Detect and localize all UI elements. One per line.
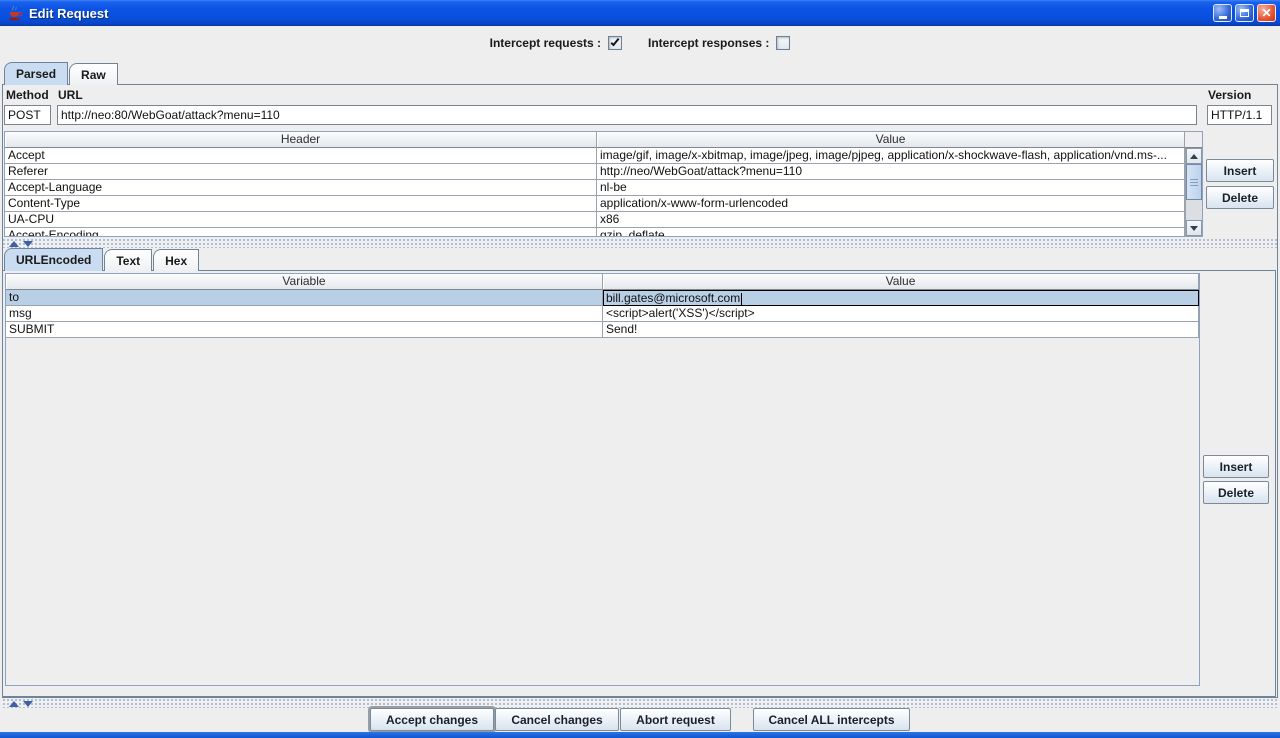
split-divider[interactable] xyxy=(3,239,1277,248)
collapse-down-icon[interactable] xyxy=(23,241,33,247)
editor-text: bill.gates@microsoft.com xyxy=(606,291,740,305)
maximize-button[interactable] xyxy=(1235,4,1254,22)
params-delete-button[interactable]: Delete xyxy=(1203,481,1269,504)
method-field[interactable]: POST xyxy=(4,105,51,125)
value-cell[interactable]: nl-be xyxy=(597,180,1185,196)
collapse-up-icon[interactable] xyxy=(9,701,19,707)
table-row[interactable]: msg <script>alert('XSS')</script> xyxy=(6,306,1199,322)
scrollpane-corner xyxy=(1185,132,1202,148)
table-row-selected[interactable]: to bill.gates@microsoft.com xyxy=(6,290,1199,306)
headers-delete-button[interactable]: Delete xyxy=(1206,186,1274,209)
table-row[interactable]: Accept-Encoding gzip, deflate xyxy=(5,228,1202,237)
value-cell-editor[interactable]: bill.gates@microsoft.com xyxy=(603,290,1199,306)
table-row[interactable]: Referer http://neo/WebGoat/attack?menu=1… xyxy=(5,164,1202,180)
version-field[interactable]: HTTP/1.1 xyxy=(1207,105,1272,125)
scrollbar-thumb[interactable] xyxy=(1186,164,1202,200)
header-cell[interactable]: Accept-Encoding xyxy=(5,228,597,237)
intercept-requests-label: Intercept requests : xyxy=(490,36,601,50)
intercept-responses-label: Intercept responses : xyxy=(648,36,769,50)
window-controls: ✕ xyxy=(1213,4,1276,22)
minimize-icon xyxy=(1219,16,1227,19)
text-caret-icon xyxy=(741,293,742,305)
method-label: Method xyxy=(6,88,49,102)
variable-cell[interactable]: to xyxy=(6,290,603,306)
vertical-scrollbar[interactable] xyxy=(1185,148,1202,236)
params-insert-button[interactable]: Insert xyxy=(1203,455,1269,478)
table-row[interactable]: Accept-Language nl-be xyxy=(5,180,1202,196)
arrow-up-icon xyxy=(1190,154,1198,159)
close-icon: ✕ xyxy=(1261,7,1271,19)
value-cell[interactable]: x86 xyxy=(597,212,1185,228)
header-cell[interactable]: Referer xyxy=(5,164,597,180)
maximize-icon xyxy=(1240,9,1249,17)
headers-insert-button[interactable]: Insert xyxy=(1206,159,1274,182)
headers-table-header: Header Value xyxy=(5,132,1202,148)
table-row[interactable]: Accept image/gif, image/x-xbitmap, image… xyxy=(5,148,1202,164)
column-header[interactable]: Variable xyxy=(6,274,603,290)
tab-urlencoded[interactable]: URLEncoded xyxy=(4,248,103,271)
arrow-down-icon xyxy=(1190,226,1198,231)
value-cell[interactable]: Send! xyxy=(603,322,1199,338)
column-header[interactable]: Value xyxy=(597,132,1185,148)
table-row[interactable]: SUBMIT Send! xyxy=(6,322,1199,338)
split-divider[interactable] xyxy=(3,699,1277,708)
collapse-down-icon[interactable] xyxy=(23,701,33,707)
header-cell[interactable]: UA-CPU xyxy=(5,212,597,228)
window-title: Edit Request xyxy=(29,6,108,21)
scroll-down-button[interactable] xyxy=(1186,220,1202,236)
java-cup-icon xyxy=(6,5,23,22)
table-row[interactable]: Content-Type application/x-www-form-urle… xyxy=(5,196,1202,212)
value-cell[interactable]: gzip, deflate xyxy=(597,228,1185,237)
accept-changes-button[interactable]: Accept changes xyxy=(370,708,494,731)
intercept-requests-checkbox[interactable] xyxy=(608,36,622,50)
table-row[interactable]: UA-CPU x86 xyxy=(5,212,1202,228)
intercept-options: Intercept requests : Intercept responses… xyxy=(0,32,1280,54)
header-cell[interactable]: Accept-Language xyxy=(5,180,597,196)
params-table: Variable Value to bill.gates@microsoft.c… xyxy=(5,273,1200,686)
headers-table: Header Value Accept image/gif, image/x-x… xyxy=(4,131,1203,237)
collapse-up-icon[interactable] xyxy=(9,241,19,247)
window-bottom-edge xyxy=(0,732,1280,738)
tab-parsed[interactable]: Parsed xyxy=(4,62,68,85)
url-field[interactable]: http://neo:80/WebGoat/attack?menu=110 xyxy=(57,105,1197,125)
version-label: Version xyxy=(1208,88,1251,102)
value-cell[interactable]: application/x-www-form-urlencoded xyxy=(597,196,1185,212)
close-button[interactable]: ✕ xyxy=(1257,4,1276,22)
cancel-all-intercepts-button[interactable]: Cancel ALL intercepts xyxy=(753,708,910,731)
column-header[interactable]: Header xyxy=(5,132,597,148)
scroll-up-button[interactable] xyxy=(1186,148,1202,164)
variable-cell[interactable]: msg xyxy=(6,306,603,322)
header-cell[interactable]: Content-Type xyxy=(5,196,597,212)
titlebar[interactable]: Edit Request ✕ xyxy=(0,0,1280,26)
edit-request-window: Edit Request ✕ Intercept requests : Inte… xyxy=(0,0,1280,738)
header-cell[interactable]: Accept xyxy=(5,148,597,164)
value-cell[interactable]: http://neo/WebGoat/attack?menu=110 xyxy=(597,164,1185,180)
check-icon xyxy=(611,37,620,46)
params-table-header: Variable Value xyxy=(6,274,1199,290)
value-cell[interactable]: image/gif, image/x-xbitmap, image/jpeg, … xyxy=(597,148,1185,164)
minimize-button[interactable] xyxy=(1213,4,1232,22)
intercept-responses-checkbox[interactable] xyxy=(776,36,790,50)
request-view-tabs: Parsed Raw xyxy=(4,62,119,85)
tab-hex[interactable]: Hex xyxy=(153,249,199,271)
value-cell[interactable]: <script>alert('XSS')</script> xyxy=(603,306,1199,322)
url-label: URL xyxy=(58,88,83,102)
abort-request-button[interactable]: Abort request xyxy=(620,708,731,731)
tab-text[interactable]: Text xyxy=(104,249,152,271)
column-header[interactable]: Value xyxy=(603,274,1199,290)
cancel-changes-button[interactable]: Cancel changes xyxy=(495,708,619,731)
content-view-tabs: URLEncoded Text Hex xyxy=(4,248,200,271)
tab-raw[interactable]: Raw xyxy=(69,63,118,85)
variable-cell[interactable]: SUBMIT xyxy=(6,322,603,338)
